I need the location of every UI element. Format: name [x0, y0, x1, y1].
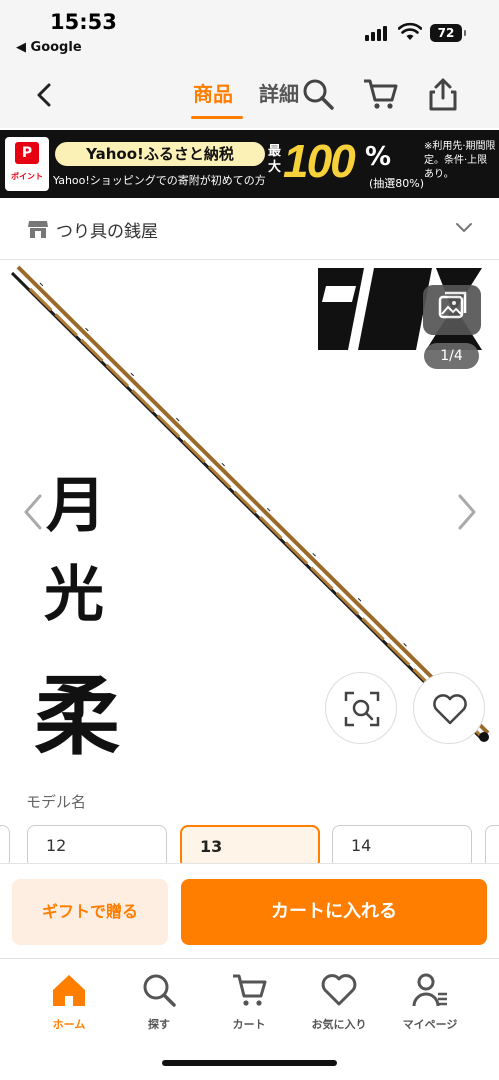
previous-image-icon[interactable] [22, 492, 46, 532]
status-time: 15:53 [50, 10, 117, 34]
back-to-app-link[interactable]: ◀ Google [16, 40, 82, 55]
image-search-button[interactable] [325, 672, 397, 744]
product-image-gallery[interactable]: 月 光 柔 1/4 [0, 261, 499, 771]
kanji-character-1: 月 [46, 471, 106, 541]
status-bar: 15:53 ◀ Google 72 [0, 0, 499, 60]
heart-icon [321, 974, 357, 1006]
nav-home-label: ホーム [52, 1018, 86, 1031]
kanji-character-2: 光 [44, 560, 104, 630]
purchase-action-bar: ギフトで贈る カートに入れる [0, 863, 499, 959]
cart-icon [233, 974, 267, 1006]
gallery-images-icon [438, 291, 467, 319]
store-icon [28, 221, 48, 238]
model-name-label: モデル名 [26, 793, 87, 811]
active-tab-indicator [191, 116, 243, 119]
banner-subline: Yahoo!ショッピングでの寄附が初めての方 [53, 174, 266, 187]
search-icon[interactable] [300, 76, 336, 112]
banner-note: ※利用先·期間限定。条件·上限あり。 [424, 141, 496, 180]
app-header: 商品 詳細 [0, 60, 499, 128]
paypay-logo: P ポイント [5, 137, 49, 191]
store-name: つり具の銭屋 [56, 222, 158, 242]
store-row[interactable]: つり具の銭屋 [0, 198, 499, 260]
nav-home[interactable]: ホーム [24, 970, 114, 1032]
nav-mypage-label: マイページ [402, 1018, 458, 1031]
gallery-view-button[interactable] [423, 285, 481, 335]
kanji-character-3: 柔 [34, 666, 120, 767]
battery-indicator: 72 [430, 24, 466, 42]
home-icon [53, 975, 85, 1006]
app-screen: 15:53 ◀ Google 72 商品 詳細 P ポイント Yahoo!ふるさ… [0, 0, 499, 1080]
wifi-icon [398, 22, 422, 40]
next-image-icon[interactable] [454, 492, 478, 532]
paypay-p-icon: P [15, 142, 39, 164]
paypay-point-label: ポイント [11, 172, 43, 181]
tab-details[interactable]: 詳細 [259, 78, 299, 107]
back-chevron-icon[interactable] [30, 80, 60, 110]
banner-percent: % [365, 142, 392, 172]
banner-lottery: (抽選80%) [369, 177, 425, 190]
user-icon [412, 973, 447, 1007]
nav-cart-label: カート [232, 1018, 266, 1031]
nav-favorites[interactable]: お気に入り [294, 970, 384, 1032]
tab-products[interactable]: 商品 [193, 78, 233, 107]
nav-mypage[interactable]: マイページ [385, 970, 475, 1032]
gift-button[interactable]: ギフトで贈る [12, 879, 168, 945]
add-to-cart-button[interactable]: カートに入れる [181, 879, 487, 945]
favorite-button[interactable] [413, 672, 485, 744]
banner-headline: Yahoo!ふるさと納税 [55, 142, 265, 166]
nav-search-label: 探す [148, 1018, 170, 1031]
banner-big-number: 100 [283, 135, 356, 187]
nav-favorites-label: お気に入り [311, 1018, 367, 1031]
chevron-down-icon[interactable] [454, 220, 474, 236]
share-icon[interactable] [425, 76, 461, 112]
nav-search[interactable]: 探す [114, 970, 204, 1032]
cellular-signal-icon [365, 26, 387, 41]
heart-icon [433, 694, 467, 725]
banner-max-label: 最大 [268, 144, 282, 175]
home-indicator[interactable] [162, 1060, 337, 1066]
search-icon [143, 974, 176, 1007]
image-search-icon [344, 691, 380, 727]
nav-cart[interactable]: カート [204, 970, 294, 1032]
cart-icon[interactable] [362, 76, 398, 112]
image-counter: 1/4 [424, 343, 479, 369]
